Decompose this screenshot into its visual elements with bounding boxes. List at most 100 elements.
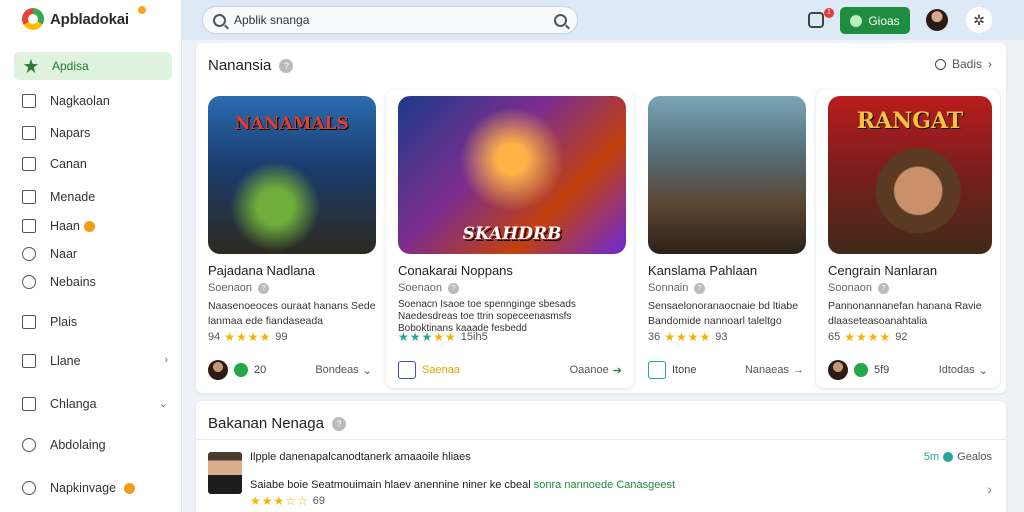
footer-value: 5f9 xyxy=(874,364,890,376)
review-meta-label: Gealos xyxy=(957,451,992,463)
message-icon xyxy=(22,157,36,171)
sidebar-item-label: Haan xyxy=(50,219,80,233)
app-logo[interactable]: Apbladokai xyxy=(22,6,146,32)
app-card[interactable]: Kanslama Pahlaan Sonnain? Sensaelonorana… xyxy=(636,90,816,388)
card-subtitle-text: Sonnain xyxy=(648,282,689,294)
card-rating: 65 ★★★★ 92 xyxy=(828,330,908,344)
sidebar: Apbladokai Apdisa Nagkaolan Napars Canan… xyxy=(0,0,182,512)
avatar[interactable] xyxy=(926,9,948,31)
search-input[interactable] xyxy=(234,13,546,27)
review-body-text: Saiabe boie Seatmouimain hlaev anennine … xyxy=(250,479,531,491)
thumbnail-art-title: NANAMALS xyxy=(235,114,349,134)
sidebar-item-8[interactable]: Llane › xyxy=(22,350,172,372)
footer-action[interactable]: Bondeas ⌄ xyxy=(315,364,372,377)
grid-icon xyxy=(22,315,36,329)
sidebar-item-1[interactable]: Napars xyxy=(22,122,172,144)
help-icon[interactable]: ? xyxy=(331,416,346,431)
review-link[interactable]: sonra nannoede xyxy=(534,479,614,491)
card-subtitle: Soonaon? xyxy=(828,282,890,294)
info-icon: ? xyxy=(448,282,460,294)
rating-count: 99 xyxy=(275,331,288,343)
card-title[interactable]: Cengrain Nanlaran xyxy=(828,263,937,278)
sidebar-item-label: Menade xyxy=(50,190,96,204)
info-icon: ? xyxy=(878,282,890,294)
chevron-down-icon: ⌄ xyxy=(362,364,372,377)
card-description: Pannonannanefan hanana Ravie dlaaseteaso… xyxy=(828,300,982,327)
sidebar-item-label: Chlanga xyxy=(50,397,97,411)
app-thumbnail[interactable]: NANAMALS xyxy=(208,96,376,254)
footer-action[interactable]: Oaanoe ➔ xyxy=(570,364,622,377)
calendar-icon xyxy=(648,361,666,379)
app-thumbnail[interactable]: RANGAT xyxy=(828,96,992,254)
app-card[interactable]: NANAMALS Pajadana Nadlana Soenaon? Naase… xyxy=(196,90,384,388)
top-bar: 1 Gioas ✲ xyxy=(182,0,1024,40)
card-title[interactable]: Conakarai Noppans xyxy=(398,263,513,278)
primary-action-button[interactable]: Gioas xyxy=(840,7,910,34)
app-thumbnail[interactable]: SKAHDRB xyxy=(398,96,626,254)
sidebar-item-7[interactable]: Plais xyxy=(22,311,172,333)
footer-action[interactable]: Nanaeas → xyxy=(745,364,804,376)
sidebar-item-label: Napars xyxy=(50,126,91,140)
folder-icon xyxy=(22,219,36,233)
sidebar-item-11[interactable]: Napkinvage xyxy=(22,477,172,499)
search-submit-icon[interactable] xyxy=(554,13,567,27)
app-card[interactable]: RANGAT Cengrain Nanlaran Soonaon? Pannon… xyxy=(816,90,1000,388)
rating-value: 36 xyxy=(648,331,661,343)
reviewer-avatar[interactable] xyxy=(208,452,242,494)
sidebar-item-6[interactable]: Nebains xyxy=(22,271,172,293)
sidebar-item-3[interactable]: Menade xyxy=(22,186,172,208)
review-rating: ★★★☆☆ 69 xyxy=(250,494,325,508)
review-tag[interactable]: Canasgeest xyxy=(616,479,675,491)
sidebar-item-label: Nebains xyxy=(50,275,96,289)
chevron-right-icon: › xyxy=(164,354,168,366)
chevron-down-icon: ⌄ xyxy=(158,398,168,410)
card-title[interactable]: Kanslama Pahlaan xyxy=(648,263,757,278)
sidebar-item-10[interactable]: Abdolaing xyxy=(22,434,172,456)
chevron-right-icon[interactable]: › xyxy=(987,481,992,497)
rating-count: 15ih5 xyxy=(460,331,488,343)
sidebar-item-label: Abdolaing xyxy=(50,438,106,452)
music-icon xyxy=(22,247,36,261)
sidebar-item-label: Apdisa xyxy=(52,59,89,73)
sidebar-item-2[interactable]: Canan xyxy=(22,153,172,175)
sidebar-item-9[interactable]: Chlanga ⌄ xyxy=(22,393,172,415)
sidebar-item-0[interactable]: Nagkaolan xyxy=(22,90,172,112)
info-icon xyxy=(22,438,36,452)
card-description: Naasenoeoces ouraat hanans Sede lanmaa e… xyxy=(208,300,376,327)
badge-icon xyxy=(83,220,95,232)
arrow-right-icon: → xyxy=(793,364,804,376)
card-footer: Itone Nanaeas → xyxy=(648,358,804,382)
star-icon xyxy=(24,59,38,73)
download-icon xyxy=(22,354,36,368)
footer-value: 20 xyxy=(254,364,267,376)
help-icon[interactable]: ? xyxy=(279,58,294,73)
footer-action[interactable]: Idtodas ⌄ xyxy=(939,364,988,377)
sidebar-item-active[interactable]: Apdisa xyxy=(14,52,172,80)
see-all-link[interactable]: Badis › xyxy=(934,57,992,71)
sidebar-item-label: Napkinvage xyxy=(50,481,117,495)
sidebar-item-label: Nagkaolan xyxy=(50,94,110,108)
star-rating-icon: ★★★★★ xyxy=(398,330,457,344)
thumbnail-art-title: RANGAT xyxy=(856,108,964,134)
card-footer: Saenaa Oaanoe ➔ xyxy=(398,358,622,382)
settings-icon[interactable]: ✲ xyxy=(966,7,992,33)
card-rating: ★★★★★ 15ih5 xyxy=(398,330,488,344)
card-title[interactable]: Pajadana Nadlana xyxy=(208,263,315,278)
notifications-icon[interactable] xyxy=(808,12,824,28)
review-time: 5m xyxy=(923,451,940,463)
search-box[interactable] xyxy=(202,6,578,34)
sidebar-item-label: Plais xyxy=(50,315,78,329)
sidebar-item-4[interactable]: Haan xyxy=(22,215,172,237)
app-thumbnail[interactable] xyxy=(648,96,806,254)
card-subtitle: Soenaon? xyxy=(208,282,270,294)
sidebar-item-5[interactable]: Naar xyxy=(22,243,172,265)
edit-icon xyxy=(22,397,36,411)
app-card[interactable]: SKAHDRB Conakarai Noppans Soenaon? Soena… xyxy=(386,90,634,388)
verified-icon xyxy=(854,363,868,377)
settings-icon xyxy=(22,481,36,495)
footer-action-label: Idtodas xyxy=(938,364,975,376)
mail-icon xyxy=(22,190,36,204)
rating-count: 92 xyxy=(895,331,908,343)
verified-icon xyxy=(234,363,248,377)
card-subtitle: Soenaon? xyxy=(398,282,460,294)
